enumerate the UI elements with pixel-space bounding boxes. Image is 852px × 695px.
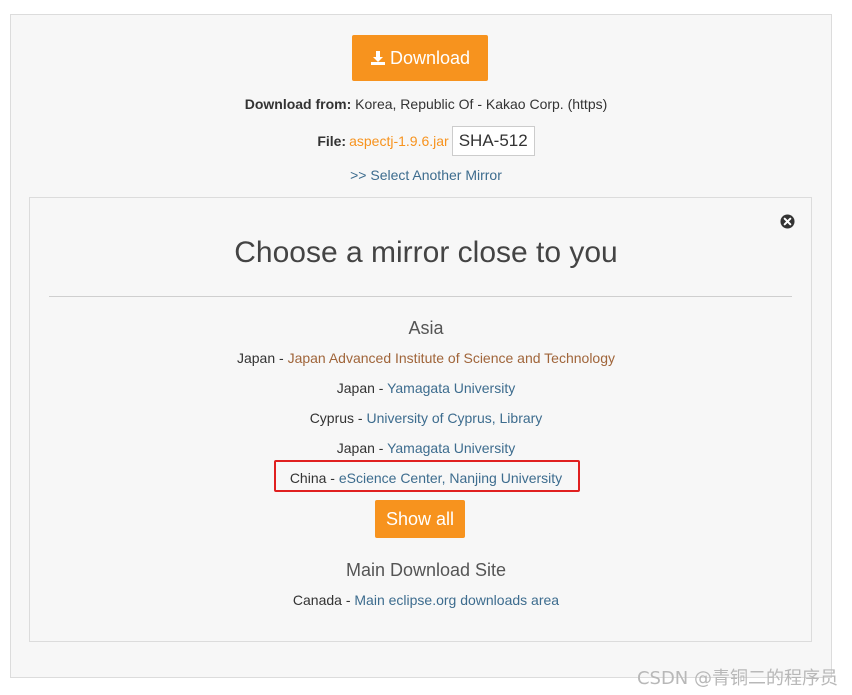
highlight-annotation	[274, 460, 580, 492]
download-from-label: Download from:	[244, 96, 352, 112]
file-label: File:	[317, 133, 347, 149]
close-icon[interactable]	[780, 214, 795, 229]
main-site-link[interactable]: Main eclipse.org downloads area	[354, 592, 559, 608]
select-another-mirror-link[interactable]: >> Select Another Mirror	[350, 167, 502, 183]
mirror-link[interactable]: Japan Advanced Institute of Science and …	[288, 350, 615, 366]
download-from-line: Download from: Korea, Republic Of - Kaka…	[0, 96, 852, 112]
select-mirror-line: >> Select Another Mirror	[0, 167, 852, 183]
asia-heading: Asia	[408, 318, 444, 338]
mirror-country: Japan -	[336, 440, 388, 456]
modal-divider	[49, 296, 792, 297]
mirror-link[interactable]: University of Cyprus, Library	[366, 410, 542, 426]
download-icon	[370, 51, 385, 65]
file-line: File: aspectj-1.9.6.jar SHA-512	[0, 126, 852, 156]
mirror-country: Japan -	[236, 350, 288, 366]
file-name-link[interactable]: aspectj-1.9.6.jar	[349, 133, 449, 149]
mirror-country: Cyprus -	[309, 410, 367, 426]
download-from-value: Korea, Republic Of - Kakao Corp. (https)	[351, 96, 608, 112]
mirror-link[interactable]: Yamagata University	[387, 440, 515, 456]
main-site-country: Canada -	[292, 592, 355, 608]
mirror-link[interactable]: Yamagata University	[387, 380, 515, 396]
download-button[interactable]: Download	[352, 35, 488, 81]
main-download-heading: Main Download Site	[345, 560, 507, 580]
mirror-row: Cyprus - University of Cyprus, Library	[0, 410, 852, 426]
download-button-label: Download	[389, 47, 471, 68]
mirror-row: Japan - Yamagata University	[0, 380, 852, 396]
main-site-row: Canada - Main eclipse.org downloads area	[0, 592, 852, 608]
watermark: CSDN @青铜二的程序员	[636, 668, 838, 689]
mirror-country: Japan -	[336, 380, 388, 396]
mirror-row: Japan - Yamagata University	[0, 440, 852, 456]
modal-title: Choose a mirror close to you	[234, 236, 618, 269]
show-all-button[interactable]: Show all	[375, 500, 465, 538]
sha512-button[interactable]: SHA-512	[451, 126, 535, 156]
mirror-row: Japan - Japan Advanced Institute of Scie…	[0, 350, 852, 366]
